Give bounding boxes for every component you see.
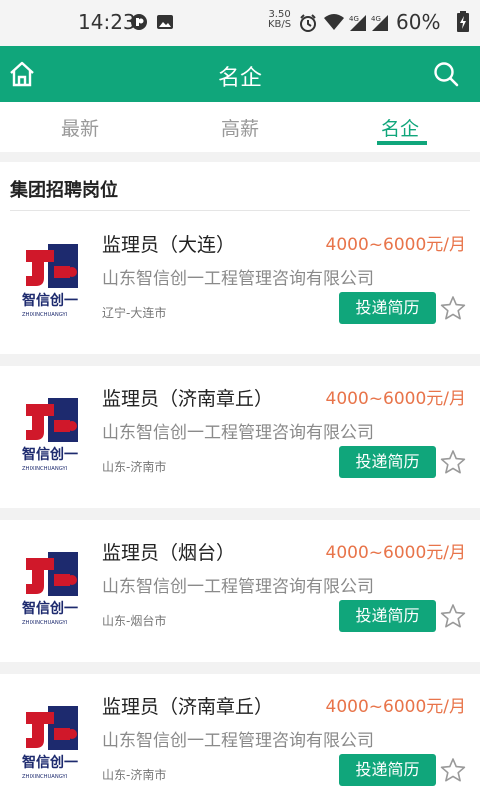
job-card[interactable]: 智信创一 ZHIXINCHUANGYI 监理员（济南章丘） 4000~6000元… <box>0 674 480 800</box>
job-location: 山东-济南市 <box>102 460 167 474</box>
app-notification-icon <box>131 14 147 30</box>
star-outline-icon[interactable] <box>440 603 466 629</box>
tab-famous-company[interactable]: 名企 <box>360 114 440 141</box>
job-salary: 4000~6000元/月 <box>325 235 467 255</box>
battery-charging-icon <box>457 11 469 32</box>
company-name: 山东智信创一工程管理咨询有限公司 <box>102 423 374 443</box>
logo-brand-en: ZHIXINCHUANGYI <box>22 620 68 626</box>
star-outline-icon[interactable] <box>440 757 466 783</box>
job-title[interactable]: 监理员（大连） <box>102 230 235 257</box>
app-bar: 名企 <box>0 46 480 102</box>
status-bar: 14:23 3.50 KB/S 4G 4G 60% <box>0 0 480 46</box>
company-name: 山东智信创一工程管理咨询有限公司 <box>102 731 374 751</box>
apply-button[interactable]: 投递简历 <box>339 446 436 478</box>
job-title[interactable]: 监理员（烟台） <box>102 538 235 565</box>
company-name: 山东智信创一工程管理咨询有限公司 <box>102 577 374 597</box>
company-logo: 智信创一 ZHIXINCHUANGYI <box>22 552 78 626</box>
job-location: 山东-烟台市 <box>102 614 167 628</box>
wifi-icon <box>324 14 344 30</box>
logo-brand-en: ZHIXINCHUANGYI <box>22 774 68 780</box>
tab-high-salary[interactable]: 高薪 <box>200 114 280 141</box>
status-time: 14:23 <box>78 10 136 34</box>
signal-2-label: 4G <box>371 15 381 23</box>
apply-button[interactable]: 投递简历 <box>339 292 436 324</box>
signal-icon-1: 4G <box>349 15 366 31</box>
page-title: 名企 <box>217 66 262 91</box>
alarm-icon <box>300 14 316 32</box>
apply-button[interactable]: 投递简历 <box>339 754 436 786</box>
star-outline-icon[interactable] <box>440 449 466 475</box>
logo-brand-en: ZHIXINCHUANGYI <box>22 466 68 472</box>
battery-percent: 60% <box>396 10 441 34</box>
divider <box>10 210 470 211</box>
job-card[interactable]: 智信创一 ZHIXINCHUANGYI 监理员（大连） 4000~6000元/月… <box>0 212 480 354</box>
job-salary: 4000~6000元/月 <box>325 543 467 563</box>
job-card[interactable]: 智信创一 ZHIXINCHUANGYI 监理员（济南章丘） 4000~6000元… <box>0 366 480 508</box>
job-title[interactable]: 监理员（济南章丘） <box>102 384 273 411</box>
section-title: 集团招聘岗位 <box>10 180 118 201</box>
job-location: 山东-济南市 <box>102 768 167 782</box>
search-icon[interactable] <box>432 60 460 88</box>
tab-latest[interactable]: 最新 <box>40 114 120 141</box>
job-card[interactable]: 智信创一 ZHIXINCHUANGYI 监理员（烟台） 4000~6000元/月… <box>0 520 480 662</box>
signal-1-label: 4G <box>349 15 359 23</box>
logo-brand-en: ZHIXINCHUANGYI <box>22 312 68 318</box>
net-speed-unit: KB/S <box>268 19 292 30</box>
company-logo: 智信创一 ZHIXINCHUANGYI <box>22 706 78 780</box>
logo-brand-cn: 智信创一 <box>22 754 78 771</box>
star-outline-icon[interactable] <box>440 295 466 321</box>
signal-icon-2: 4G <box>371 15 388 31</box>
company-name: 山东智信创一工程管理咨询有限公司 <box>102 269 374 289</box>
job-location: 辽宁-大连市 <box>102 306 167 320</box>
logo-brand-cn: 智信创一 <box>22 600 78 617</box>
job-salary: 4000~6000元/月 <box>325 697 467 717</box>
company-logo: 智信创一 ZHIXINCHUANGYI <box>22 244 78 318</box>
apply-button[interactable]: 投递简历 <box>339 600 436 632</box>
logo-brand-cn: 智信创一 <box>22 446 78 463</box>
job-salary: 4000~6000元/月 <box>325 389 467 409</box>
image-notification-icon <box>157 15 173 29</box>
job-title[interactable]: 监理员（济南章丘） <box>102 692 273 719</box>
logo-brand-cn: 智信创一 <box>22 292 78 309</box>
net-speed: 3.50 KB/S <box>268 10 291 30</box>
tab-indicator <box>377 141 427 145</box>
company-logo: 智信创一 ZHIXINCHUANGYI <box>22 398 78 472</box>
